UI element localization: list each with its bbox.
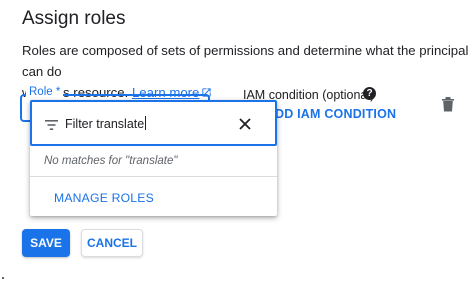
filter-value: translate [96, 117, 145, 131]
trash-icon[interactable] [441, 96, 455, 117]
divider [30, 176, 277, 177]
filter-text: Filter translate [65, 116, 147, 131]
manage-roles-button[interactable]: MANAGE ROLES [54, 191, 154, 205]
no-match-message: No matches for "translate" [44, 155, 178, 167]
help-icon[interactable]: ? [363, 87, 376, 100]
filter-input[interactable]: Filter translate [30, 100, 277, 146]
add-iam-condition-button[interactable]: DD IAM CONDITION [275, 107, 396, 121]
cancel-button[interactable]: CANCEL [81, 229, 143, 257]
filter-icon [45, 117, 58, 135]
filter-label: Filter [65, 117, 93, 131]
role-label: Role * [26, 86, 64, 98]
save-button[interactable]: SAVE [22, 229, 70, 257]
text-caret [145, 116, 147, 130]
close-icon[interactable] [239, 117, 251, 135]
page-title: Assign roles [22, 8, 126, 29]
role-dropdown-panel: Filter translate No matches for "transla… [30, 100, 277, 216]
edge-mark [2, 277, 4, 279]
description-line-1: Roles are composed of sets of permission… [22, 43, 469, 79]
